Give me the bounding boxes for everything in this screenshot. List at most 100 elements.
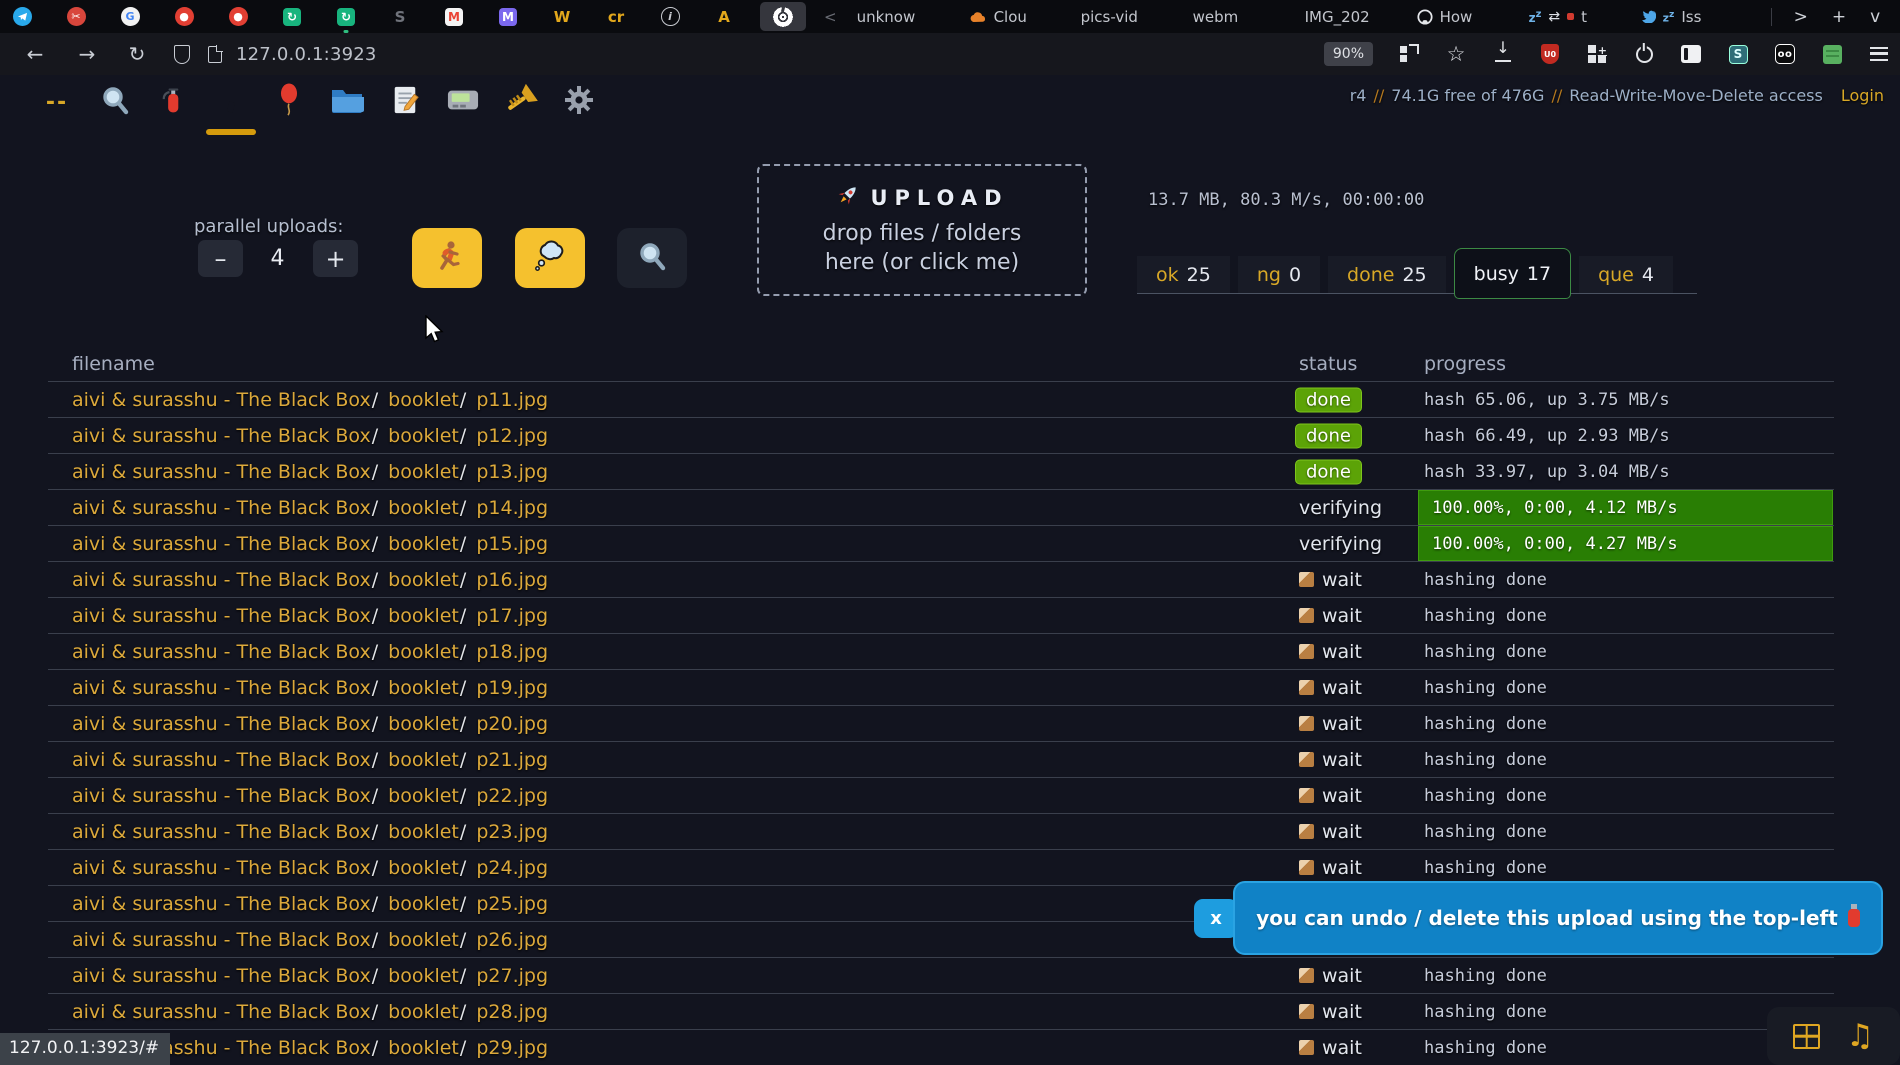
table-row: aivi & surasshu - The Black Box/ booklet… xyxy=(48,958,1834,994)
ublock-icon[interactable]: U0 xyxy=(1539,43,1561,65)
pinned-tab-telegram[interactable] xyxy=(12,7,32,27)
pinned-tab-info-circle[interactable]: i xyxy=(660,7,680,27)
message-pager-button[interactable] xyxy=(434,76,492,128)
toast-notification: you can undo / delete this upload using … xyxy=(1233,881,1883,955)
pinned-tab-mail-purple[interactable]: M xyxy=(498,7,518,27)
filesearch-toggle-button[interactable] xyxy=(617,228,687,288)
green-extension-icon[interactable] xyxy=(1821,43,1843,65)
upload-dropzone[interactable]: UPLOAD drop files / folders here (or cli… xyxy=(757,164,1087,296)
browser-tab-unknow[interactable]: unknow xyxy=(857,8,969,26)
tab-overflow-left-chevron[interactable]: < xyxy=(824,8,837,26)
browser-tab-how[interactable]: How xyxy=(1417,8,1529,26)
file-path: aivi & surasshu - The Black Box/ booklet… xyxy=(72,928,549,951)
forward-button[interactable]: → xyxy=(72,42,102,66)
browser-tab-t[interactable]: zz ⇄ t xyxy=(1529,8,1641,26)
file-path: aivi & surasshu - The Black Box/ booklet… xyxy=(72,784,549,807)
header-filename: filename xyxy=(72,352,155,375)
screen: ✂ G ● ● ↻ ↻ S M M Wcr i A < unknow Clou pics-vid webm I… xyxy=(0,0,1900,1065)
menu-hamburger-icon[interactable] xyxy=(1868,43,1890,65)
pinned-tab-letter-s[interactable]: S xyxy=(390,7,410,27)
upload-tab-que[interactable]: que 4 xyxy=(1579,256,1673,294)
status-text: wait xyxy=(1322,784,1362,807)
settings-button[interactable] xyxy=(550,76,608,128)
parallel-minus-button[interactable]: – xyxy=(198,240,243,277)
unpost-button[interactable] xyxy=(144,76,202,128)
music-note-icon[interactable]: ♫ xyxy=(1846,1020,1874,1052)
browser-tab-iss[interactable]: zz Iss xyxy=(1641,8,1753,26)
home-logo-button[interactable] xyxy=(202,76,260,135)
pinned-tab-letter-a[interactable]: A xyxy=(714,7,734,27)
pinned-tab-red-app-1[interactable]: ● xyxy=(174,7,194,27)
screenshot-icon[interactable] xyxy=(1398,43,1420,65)
fire-extinguisher-icon xyxy=(1847,904,1860,927)
upload-tab-ng[interactable]: ng 0 xyxy=(1237,256,1321,294)
file-path: aivi & surasshu - The Black Box/ booklet… xyxy=(72,532,549,555)
memo-icon xyxy=(391,85,419,119)
turbo-toggle-button[interactable] xyxy=(412,228,482,288)
pinned-tab-crunchyroll[interactable]: cr xyxy=(606,7,626,27)
table-row: aivi & surasshu - The Black Box/ booklet… xyxy=(48,994,1834,1030)
zoom-level-badge[interactable]: 90% xyxy=(1323,42,1373,66)
toast-close-button[interactable]: x xyxy=(1194,899,1238,938)
status-text: wait xyxy=(1322,1036,1362,1059)
extensions-icon[interactable]: + xyxy=(1586,43,1608,65)
pinned-tab-sync-green-1[interactable]: ↻ xyxy=(282,7,302,27)
browser-tab-clou[interactable]: Clou xyxy=(969,8,1081,26)
upload-tab-busy[interactable]: busy 17 xyxy=(1453,248,1572,299)
login-link[interactable]: Login xyxy=(1841,86,1884,105)
sidebar-icon[interactable] xyxy=(1680,43,1702,65)
upload-tab-ok[interactable]: ok 25 xyxy=(1137,256,1230,294)
separator: // xyxy=(1373,86,1385,105)
pinned-tab-gmail[interactable]: M xyxy=(444,7,464,27)
oo-extension-icon[interactable]: oo xyxy=(1774,43,1796,65)
upload-tab-count: 25 xyxy=(1402,264,1427,286)
stylus-icon[interactable]: S xyxy=(1727,43,1749,65)
dashes-toggle-button[interactable]: -- xyxy=(28,76,86,128)
downloads-icon[interactable] xyxy=(1492,43,1514,65)
status-cell: verifying xyxy=(1299,497,1382,519)
textfile-editor-button[interactable] xyxy=(376,76,434,128)
power-icon[interactable] xyxy=(1633,43,1655,65)
active-pinned-tab-copyparty[interactable] xyxy=(760,2,806,31)
browser-tab-img_202[interactable]: IMG_202 xyxy=(1305,8,1417,26)
list-all-tabs-button[interactable]: v xyxy=(1870,7,1880,27)
url-bar[interactable]: 127.0.0.1:3923 xyxy=(236,44,377,65)
page-info-icon[interactable] xyxy=(208,44,223,63)
folder-icon xyxy=(330,85,364,119)
dropzone-title: UPLOAD xyxy=(835,183,1008,213)
back-button[interactable]: ← xyxy=(20,42,50,66)
file-path: aivi & surasshu - The Black Box/ booklet… xyxy=(72,820,549,843)
progress-cell: hashing done xyxy=(1424,1037,1547,1058)
reload-button[interactable]: ↻ xyxy=(122,42,152,66)
table-row: aivi & surasshu - The Black Box/ booklet… xyxy=(48,634,1834,670)
datecheck-toggle-button[interactable] xyxy=(515,228,585,288)
progress-cell: hashing done xyxy=(1424,749,1547,770)
parallel-plus-button[interactable]: + xyxy=(313,240,358,277)
browser-tab-label: Clou xyxy=(993,7,1027,26)
pinned-tab-google[interactable]: G xyxy=(120,7,140,27)
up2k-balloon-button[interactable] xyxy=(260,76,318,128)
browser-tab-webm[interactable]: webm xyxy=(1193,8,1305,26)
upload-tab-done[interactable]: done 25 xyxy=(1328,256,1446,294)
audio-player-button[interactable] xyxy=(492,76,550,128)
gear-icon xyxy=(564,85,594,119)
new-tab-button[interactable]: + xyxy=(1832,7,1846,27)
package-icon xyxy=(1299,752,1314,767)
folder-tree-button[interactable] xyxy=(318,76,376,128)
table-row: aivi & surasshu - The Black Box/ booklet… xyxy=(48,778,1834,814)
pinned-tab-sync-green-2[interactable]: ↻ xyxy=(336,7,356,33)
tracking-shield-icon[interactable] xyxy=(174,44,190,64)
bottom-right-panel: ♫ xyxy=(1767,1007,1900,1065)
search-button[interactable] xyxy=(86,76,144,128)
header-progress: progress xyxy=(1424,352,1507,375)
pinned-tab-scissors[interactable]: ✂ xyxy=(66,7,86,27)
pinned-tab-wikipedia-w[interactable]: W xyxy=(552,7,572,27)
pinned-tab-red-app-2[interactable]: ● xyxy=(228,7,248,27)
bookmark-star-icon[interactable]: ☆ xyxy=(1445,42,1467,66)
file-path: aivi & surasshu - The Black Box/ booklet… xyxy=(72,424,549,447)
grid-view-icon[interactable] xyxy=(1793,1023,1821,1049)
progress-cell: hashing done xyxy=(1424,821,1547,842)
storage-info: r4 // 74.1G free of 476G // Read-Write-Move-… xyxy=(1350,86,1884,105)
tab-overflow-right-chevron[interactable]: > xyxy=(1794,7,1808,27)
browser-tab-pics-vid[interactable]: pics-vid xyxy=(1081,8,1193,26)
